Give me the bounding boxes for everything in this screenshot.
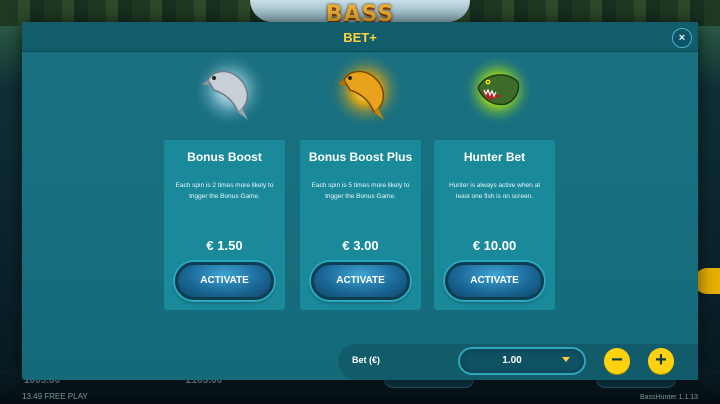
version-label: BassHunter 1.1.13 [640,394,698,401]
card-description: Each spin is 5 times more likely to trig… [311,182,410,200]
card-description: Hunter is always active when at least on… [448,182,541,200]
hunter-bet-card: Hunter Bet Hunter is always active when … [434,140,555,310]
decrease-bet-button[interactable]: − [604,348,630,374]
card-price: € 1.50 [206,238,243,253]
bet-label: Bet (€) [352,355,381,365]
bet-amount-value: 1.00 [502,355,522,366]
card-title: Hunter Bet [463,150,526,164]
activate-hunter-bet-button[interactable]: ACTIVATE [445,262,544,300]
silver-fish-icon [192,52,268,128]
bet-amount-dropdown[interactable]: 1.00 [458,347,586,375]
hunter-fish-icon [462,54,534,126]
card-description: Each spin is 2 times more likely to trig… [175,182,274,200]
activate-bonus-boost-plus-button[interactable]: ACTIVATE [311,262,410,300]
card-price: € 3.00 [342,238,379,253]
dialog-title: BET+ [343,30,377,45]
gold-fish-icon [328,52,404,128]
close-button[interactable]: × [672,28,692,48]
bonus-boost-card: Bonus Boost Each spin is 2 times more li… [164,140,285,310]
card-title: Bonus Boost [187,150,262,164]
increase-bet-button[interactable]: + [648,348,674,374]
chevron-down-icon [562,357,570,362]
activate-bonus-boost-button[interactable]: ACTIVATE [175,262,274,300]
card-price: € 10.00 [472,238,517,253]
game-logo: BASS [325,2,395,24]
bonus-boost-plus-card: Bonus Boost Plus Each spin is 5 times mo… [300,140,421,310]
free-play-label: 13.49 FREE PLAY [22,392,88,401]
card-title: Bonus Boost Plus [308,150,413,164]
